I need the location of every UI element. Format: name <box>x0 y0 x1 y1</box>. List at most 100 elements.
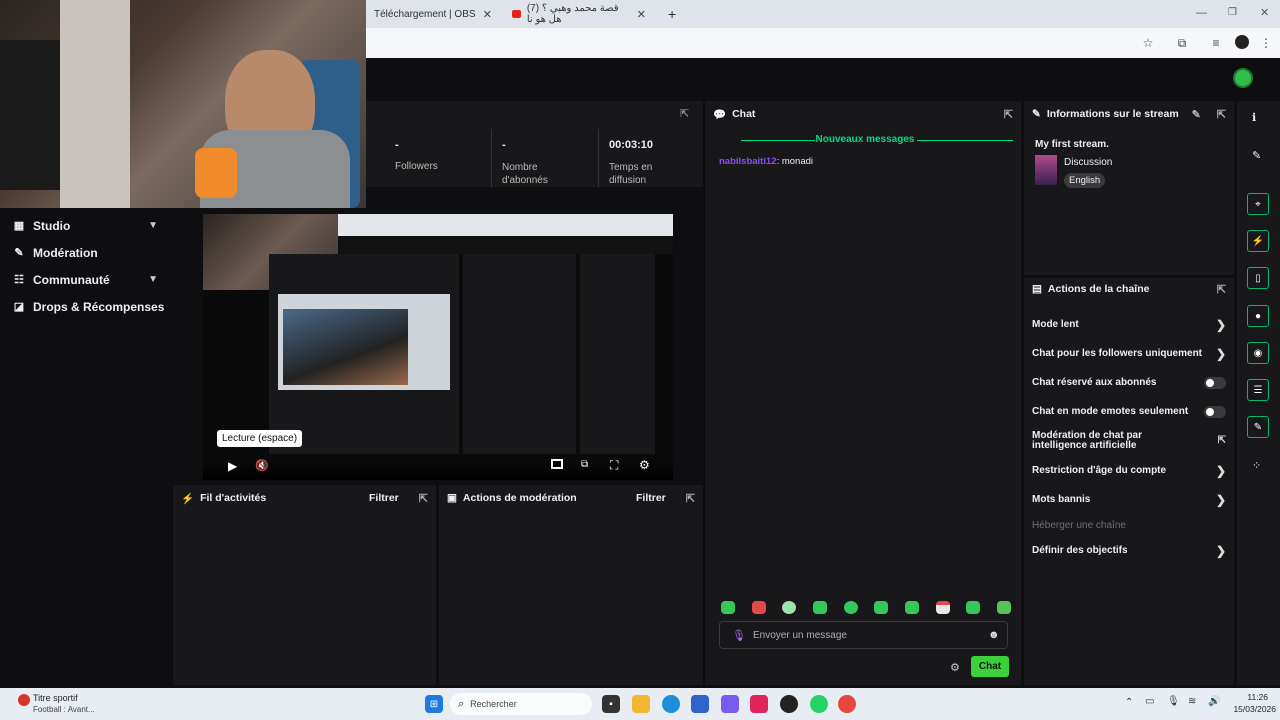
action-age-restriction[interactable]: Restriction d'âge du compte ❯ <box>1024 456 1234 485</box>
broadcast-icon[interactable]: ◉ <box>1247 342 1269 364</box>
widget-title[interactable]: Titre sportif <box>33 693 78 703</box>
edge-icon[interactable] <box>662 695 680 713</box>
extensions-icon[interactable]: ⧉ <box>1174 35 1190 51</box>
network-icon[interactable]: ▭ <box>1145 696 1154 707</box>
panel-header: 💬 Chat ⇱ <box>705 101 1021 127</box>
edit-icon[interactable]: ✎ <box>1252 149 1261 162</box>
sidebar-item-label: Studio <box>33 218 71 233</box>
filter-button[interactable]: Filtrer <box>636 492 666 504</box>
filter-button[interactable]: Filtrer <box>369 492 399 504</box>
popout-icon[interactable]: ⇱ <box>1004 108 1013 121</box>
store-icon[interactable] <box>691 695 709 713</box>
play-icon[interactable]: ▶ <box>228 459 237 473</box>
emote-icon[interactable] <box>874 601 889 614</box>
chevron-up-icon[interactable]: ⌃ <box>1125 697 1133 708</box>
action-slow-mode[interactable]: Mode lent ❯ <box>1024 310 1234 339</box>
sidebar-item-studio[interactable]: ▦ Studio ▼ <box>0 212 172 239</box>
whatsapp-icon[interactable] <box>810 695 828 713</box>
emote-icon[interactable] <box>721 601 735 614</box>
action-ai-moderation[interactable]: Modération de chat par intelligence arti… <box>1024 426 1234 456</box>
chat-separator: : <box>776 156 780 167</box>
chat-send-button[interactable]: Chat <box>971 656 1009 677</box>
file-explorer-icon[interactable] <box>632 695 650 713</box>
close-icon[interactable]: ✕ <box>483 8 492 21</box>
action-subscribers-only[interactable]: Chat réservé aux abonnés <box>1024 368 1234 397</box>
taskbar-search[interactable]: ⌕ Rechercher <box>450 693 592 715</box>
chat-settings-icon[interactable]: ⚙ <box>950 661 960 674</box>
mute-icon[interactable]: 🔇 <box>255 459 269 472</box>
microphone-icon[interactable]: 🎙 <box>1167 696 1180 707</box>
sidebar-item-moderation[interactable]: ✎ Modération <box>0 239 172 266</box>
lightning-icon[interactable]: ⚡ <box>1247 230 1269 252</box>
popout-player-icon[interactable]: ⧉ <box>581 459 588 470</box>
popout-icon[interactable]: ⇱ <box>419 492 428 505</box>
popout-icon[interactable]: ⇱ <box>680 107 689 120</box>
chat-bubble-icon[interactable]: ● <box>1247 305 1269 327</box>
popout-icon[interactable]: ⇱ <box>1217 108 1226 121</box>
wifi-icon[interactable]: ≋ <box>1188 696 1196 707</box>
browser-tab-youtube[interactable]: (7) قصة محمد وهبي ؟ هل هو نا ✕ <box>504 0 654 28</box>
divider <box>491 129 492 187</box>
emote-icon[interactable] <box>966 601 981 614</box>
action-followers-only[interactable]: Chat pour les followers uniquement ❯ <box>1024 339 1234 368</box>
tiktok-icon[interactable] <box>750 695 768 713</box>
star-icon[interactable]: ☆ <box>1140 35 1156 51</box>
reading-list-icon[interactable]: ≡ <box>1208 35 1224 51</box>
emote-icon[interactable] <box>751 601 766 614</box>
subscribers-only-toggle[interactable] <box>1204 376 1226 389</box>
edit-icon[interactable]: ✎ <box>1192 108 1201 121</box>
panels-icon[interactable]: ☰ <box>1247 379 1269 401</box>
popout-icon[interactable]: ⇱ <box>1217 283 1226 296</box>
stream-title: My first stream. <box>1035 139 1109 150</box>
wrench-icon[interactable]: ✎ <box>1247 416 1269 438</box>
emote-icon[interactable] <box>935 601 950 614</box>
menu-dots-icon[interactable]: ⋮ <box>1258 35 1274 51</box>
sports-widget-icon[interactable] <box>18 694 30 706</box>
chrome-icon[interactable] <box>838 695 856 713</box>
action-set-goals[interactable]: Définir des objectifs ❯ <box>1024 536 1234 565</box>
user-avatar[interactable] <box>1233 68 1253 88</box>
emote-icon[interactable] <box>843 601 858 614</box>
emotes-only-toggle[interactable] <box>1204 405 1226 418</box>
profile-avatar[interactable] <box>1235 35 1249 49</box>
add-action-icon[interactable]: ⁘ <box>1252 459 1261 472</box>
emoji-icon[interactable]: ☻ <box>988 629 1000 641</box>
settings-gear-icon[interactable]: ⚙ <box>639 458 650 472</box>
volume-icon[interactable]: 🔊 <box>1208 696 1220 707</box>
clock-time[interactable]: 11:26 <box>1222 692 1268 702</box>
preview-topbar <box>338 236 673 254</box>
microphone-icon[interactable]: 🎙 <box>732 629 746 642</box>
theater-mode-icon[interactable] <box>551 459 563 469</box>
maximize-icon[interactable]: ❐ <box>1228 7 1237 18</box>
copilot-icon[interactable] <box>721 695 739 713</box>
new-tab-button[interactable]: + <box>660 0 682 28</box>
action-emotes-only[interactable]: Chat en mode emotes seulement <box>1024 397 1234 426</box>
obs-icon[interactable] <box>780 695 798 713</box>
browser-tab-obs[interactable]: Téléchargement | OBS ✕ <box>366 0 500 28</box>
webcam-wall <box>60 0 130 208</box>
minimize-icon[interactable]: — <box>1196 7 1207 19</box>
close-icon[interactable]: ✕ <box>637 8 646 21</box>
clip-icon[interactable]: ⌖ <box>1247 193 1269 215</box>
clock-date[interactable]: 15/03/2026 <box>1222 704 1276 714</box>
category-name[interactable]: Discussion <box>1064 157 1112 168</box>
sidebar-item-drops[interactable]: ◪ Drops & Récompenses <box>0 293 172 320</box>
chat-input[interactable]: 🎙 Envoyer un message ☻ <box>719 621 1008 649</box>
popout-icon[interactable]: ⇱ <box>686 492 695 505</box>
emote-icon[interactable] <box>904 601 919 614</box>
action-banned-words[interactable]: Mots bannis ❯ <box>1024 485 1234 514</box>
task-view-icon[interactable]: ▪ <box>602 695 620 713</box>
emote-icon[interactable] <box>812 601 827 614</box>
sidebar-item-community[interactable]: ☷ Communauté ▼ <box>0 266 172 293</box>
windows-start-icon[interactable]: ⊞ <box>425 695 443 713</box>
info-icon[interactable]: ℹ <box>1252 111 1256 124</box>
chat-username[interactable]: nabilsbaiti12 <box>719 156 777 167</box>
close-window-icon[interactable]: ✕ <box>1260 6 1269 19</box>
emote-icon[interactable] <box>996 601 1011 614</box>
panel-header: ⚡ Fil d'activités Filtrer ⇱ <box>173 485 436 511</box>
chevron-right-icon: ❯ <box>1215 463 1226 478</box>
emote-icon[interactable] <box>782 601 797 614</box>
fullscreen-icon[interactable]: ⛶ <box>610 458 618 473</box>
document-icon[interactable]: ▯ <box>1247 267 1269 289</box>
language-tag[interactable]: English <box>1064 173 1106 188</box>
